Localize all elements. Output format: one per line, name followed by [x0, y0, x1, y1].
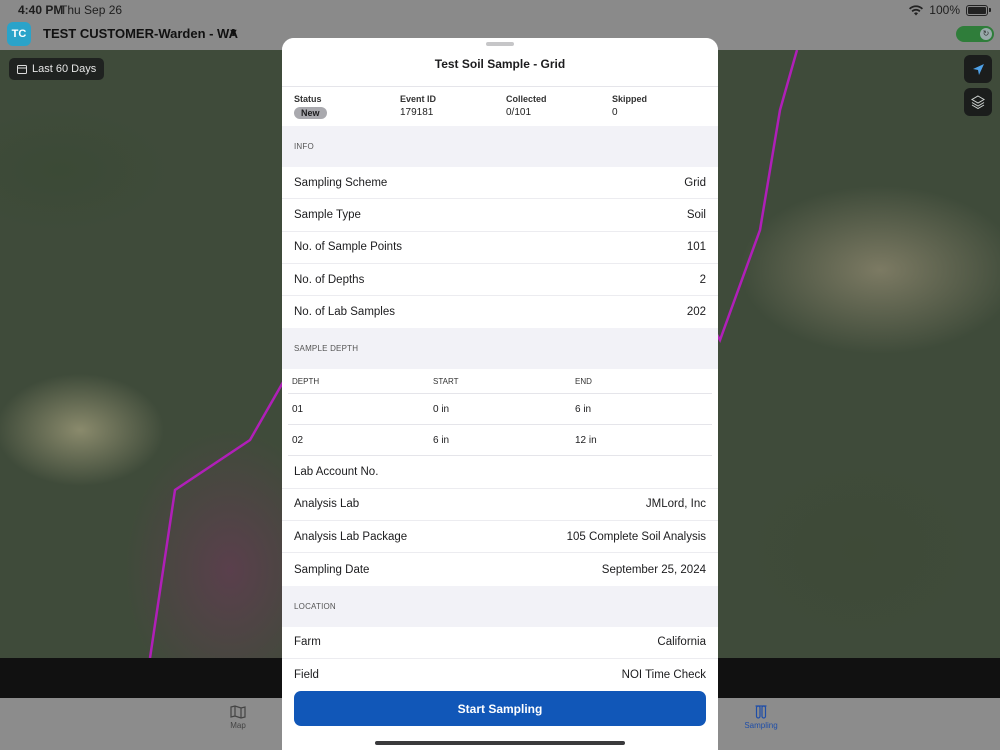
- status-date: Thu Sep 26: [60, 3, 123, 17]
- sheet-title: Test Soil Sample - Grid: [434, 57, 566, 71]
- row-label: Field: [294, 669, 319, 682]
- tab-sampling-label: Sampling: [744, 721, 778, 730]
- layers-icon: [971, 95, 985, 109]
- event-id-label: Event ID: [400, 94, 437, 104]
- status-label: Status: [294, 94, 322, 104]
- map-icon: [230, 705, 246, 719]
- status-bar: 4:40 PM Thu Sep 26 100%: [0, 0, 1000, 20]
- lab-row-sampling-date: Sampling Date September 25, 2024: [282, 553, 718, 585]
- calendar-icon: [17, 65, 27, 74]
- tab-map[interactable]: Map: [208, 705, 268, 730]
- status-time: 4:40 PM: [18, 3, 64, 17]
- date-filter-label: Last 60 Days: [32, 63, 97, 75]
- test-tubes-icon: [755, 705, 767, 719]
- locate-button[interactable]: [964, 55, 992, 83]
- location-arrow-icon: [972, 63, 984, 75]
- table-row: 01 0 in 6 in: [288, 394, 712, 426]
- row-value: JMLord, Inc: [645, 498, 706, 511]
- row-label: No. of Lab Samples: [294, 306, 396, 319]
- row-label: Farm: [294, 636, 321, 649]
- row-value: NOI Time Check: [621, 669, 706, 682]
- row-value: 2: [699, 273, 706, 286]
- row-value: September 25, 2024: [601, 563, 706, 576]
- row-label: Analysis Lab Package: [294, 530, 408, 543]
- start-cell: 0 in: [433, 403, 450, 415]
- row-value: 202: [686, 306, 706, 319]
- lab-row-account: Lab Account No.: [282, 456, 718, 489]
- sheet-footer: Start Sampling: [282, 682, 718, 750]
- sample-detail-sheet: Test Soil Sample - Grid Status New Event…: [282, 38, 718, 750]
- info-row-lab-samples: No. of Lab Samples 202: [282, 296, 718, 328]
- row-value: 101: [686, 241, 706, 254]
- end-cell: 12 in: [575, 434, 597, 446]
- column-start: START: [433, 376, 459, 386]
- battery-icon: [966, 4, 991, 16]
- status-field: Status New: [294, 94, 327, 119]
- collected-field: Collected 0/101: [506, 94, 547, 118]
- row-label: No. of Sample Points: [294, 241, 403, 254]
- sheet-grabber[interactable]: [486, 42, 514, 46]
- row-label: Analysis Lab: [294, 498, 360, 511]
- row-value: California: [657, 636, 706, 649]
- customer-name[interactable]: TEST CUSTOMER-Warden - WA: [43, 26, 238, 41]
- customer-avatar[interactable]: TC: [7, 22, 31, 46]
- wifi-icon: [909, 4, 924, 15]
- row-label: No. of Depths: [294, 273, 365, 286]
- info-row-sampling-scheme: Sampling Scheme Grid: [282, 167, 718, 200]
- sync-toggle[interactable]: ↻: [956, 26, 994, 42]
- tab-map-label: Map: [230, 721, 246, 730]
- date-filter-chip[interactable]: Last 60 Days: [9, 58, 105, 80]
- end-cell: 6 in: [575, 403, 592, 415]
- row-value: 105 Complete Soil Analysis: [566, 530, 706, 543]
- table-row: 02 6 in 12 in: [288, 425, 712, 457]
- row-label: Lab Account No.: [294, 466, 379, 479]
- status-right: 100%: [909, 3, 991, 17]
- depth-section-header: SAMPLE DEPTH: [294, 344, 359, 354]
- location-section-header: LOCATION: [294, 601, 336, 611]
- depth-table-header: DEPTH START END: [288, 369, 712, 395]
- column-depth: DEPTH: [292, 376, 320, 386]
- row-label: Sample Type: [294, 208, 361, 221]
- depth-table: DEPTH START END 01 0 in 6 in 02 6 in 12 …: [282, 369, 718, 457]
- depth-cell: 02: [292, 434, 304, 446]
- event-summary: Status New Event ID 179181 Collected 0/1…: [282, 87, 718, 126]
- layers-button[interactable]: [964, 88, 992, 116]
- lab-row-package: Analysis Lab Package 105 Complete Soil An…: [282, 521, 718, 554]
- collected-label: Collected: [506, 94, 547, 104]
- row-label: Sampling Date: [294, 563, 370, 576]
- row-label: Sampling Scheme: [294, 176, 388, 189]
- depth-cell: 01: [292, 403, 304, 415]
- lab-row-analysis-lab: Analysis Lab JMLord, Inc: [282, 489, 718, 522]
- location-row-farm: Farm California: [282, 627, 718, 659]
- start-sampling-button[interactable]: Start Sampling: [294, 691, 706, 726]
- event-id-value: 179181: [400, 107, 434, 118]
- row-value: Grid: [684, 176, 706, 189]
- status-badge: New: [294, 107, 327, 119]
- battery-percent: 100%: [929, 3, 960, 17]
- row-value: Soil: [686, 208, 706, 221]
- column-end: END: [575, 376, 592, 386]
- chevron-down-icon[interactable]: ▼: [228, 27, 239, 39]
- home-indicator[interactable]: [375, 741, 625, 745]
- skipped-label: Skipped: [612, 94, 648, 104]
- event-id-field: Event ID 179181: [400, 94, 436, 118]
- sync-icon: ↻: [980, 28, 992, 40]
- lab-list: Lab Account No. Analysis Lab JMLord, Inc …: [282, 456, 718, 586]
- info-row-sample-type: Sample Type Soil: [282, 199, 718, 232]
- info-section-header: INFO: [294, 142, 314, 151]
- skipped-value: 0: [612, 107, 618, 118]
- skipped-field: Skipped 0: [612, 94, 647, 118]
- tab-sampling[interactable]: Sampling: [731, 705, 791, 730]
- info-list: Sampling Scheme Grid Sample Type Soil No. …: [282, 167, 718, 329]
- collected-value: 0/101: [506, 107, 532, 118]
- info-row-sample-points: No. of Sample Points 101: [282, 232, 718, 264]
- start-cell: 6 in: [433, 434, 450, 446]
- info-row-depths: No. of Depths 2: [282, 264, 718, 297]
